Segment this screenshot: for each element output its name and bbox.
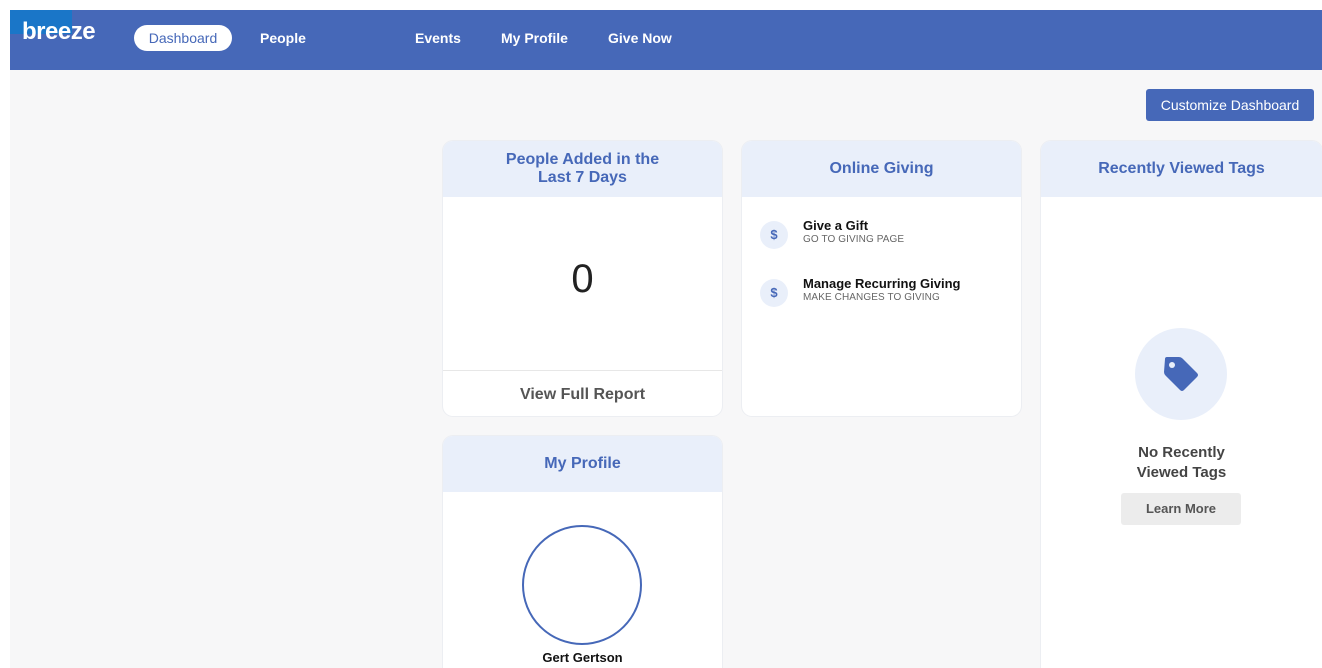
give-a-gift-link[interactable]: $ Give a Gift GO TO GIVING PAGE [760,218,1000,252]
nav-give-now[interactable]: Give Now [608,25,672,51]
my-profile-title: My Profile [443,436,722,492]
no-recent-tags-message: No Recently Viewed Tags [1041,443,1322,483]
app-frame: breeze Dashboard People Events My Profil… [10,10,1322,668]
people-added-title-line2: Last 7 Days [538,169,627,186]
give-a-gift-title: Give a Gift [803,218,869,233]
avatar[interactable] [522,525,642,645]
online-giving-title: Online Giving [742,141,1021,197]
online-giving-card: Online Giving $ Give a Gift GO TO GIVING… [742,141,1021,416]
nav-dashboard[interactable]: Dashboard [134,25,232,51]
view-full-report-link[interactable]: View Full Report [443,370,722,416]
manage-recurring-giving-link[interactable]: $ Manage Recurring Giving MAKE CHANGES T… [760,276,1000,310]
manage-recurring-giving-title: Manage Recurring Giving [803,276,961,291]
recently-viewed-tags-title: Recently Viewed Tags [1041,141,1322,197]
people-added-count: 0 [571,257,594,301]
tag-icon [1164,357,1198,391]
dollar-icon: $ [760,279,788,307]
profile-name: Gert Gertson [542,650,623,665]
people-added-card: People Added in the Last 7 Days 0 View F… [443,141,722,416]
nav-events[interactable]: Events [415,25,461,51]
give-a-gift-subtitle: GO TO GIVING PAGE [803,234,905,245]
no-recent-tags-line1: No Recently [1138,444,1225,461]
my-profile-card: My Profile Gert Gertson [443,436,722,668]
nav-people[interactable]: People [260,25,306,51]
nav-my-profile[interactable]: My Profile [501,25,568,51]
no-recent-tags-line2: Viewed Tags [1136,464,1227,481]
tag-icon-circle [1135,328,1227,420]
breeze-logo[interactable]: breeze [22,18,96,46]
recently-viewed-tags-card: Recently Viewed Tags No Recently Viewed … [1041,141,1322,668]
top-navbar: breeze Dashboard People Events My Profil… [10,10,1322,70]
manage-recurring-giving-subtitle: MAKE CHANGES TO GIVING [803,292,940,303]
dollar-icon: $ [760,221,788,249]
people-added-header: People Added in the Last 7 Days [443,141,722,197]
customize-dashboard-button[interactable]: Customize Dashboard [1146,89,1314,121]
people-added-title-line1: People Added in the [505,151,660,168]
learn-more-button[interactable]: Learn More [1121,493,1241,525]
